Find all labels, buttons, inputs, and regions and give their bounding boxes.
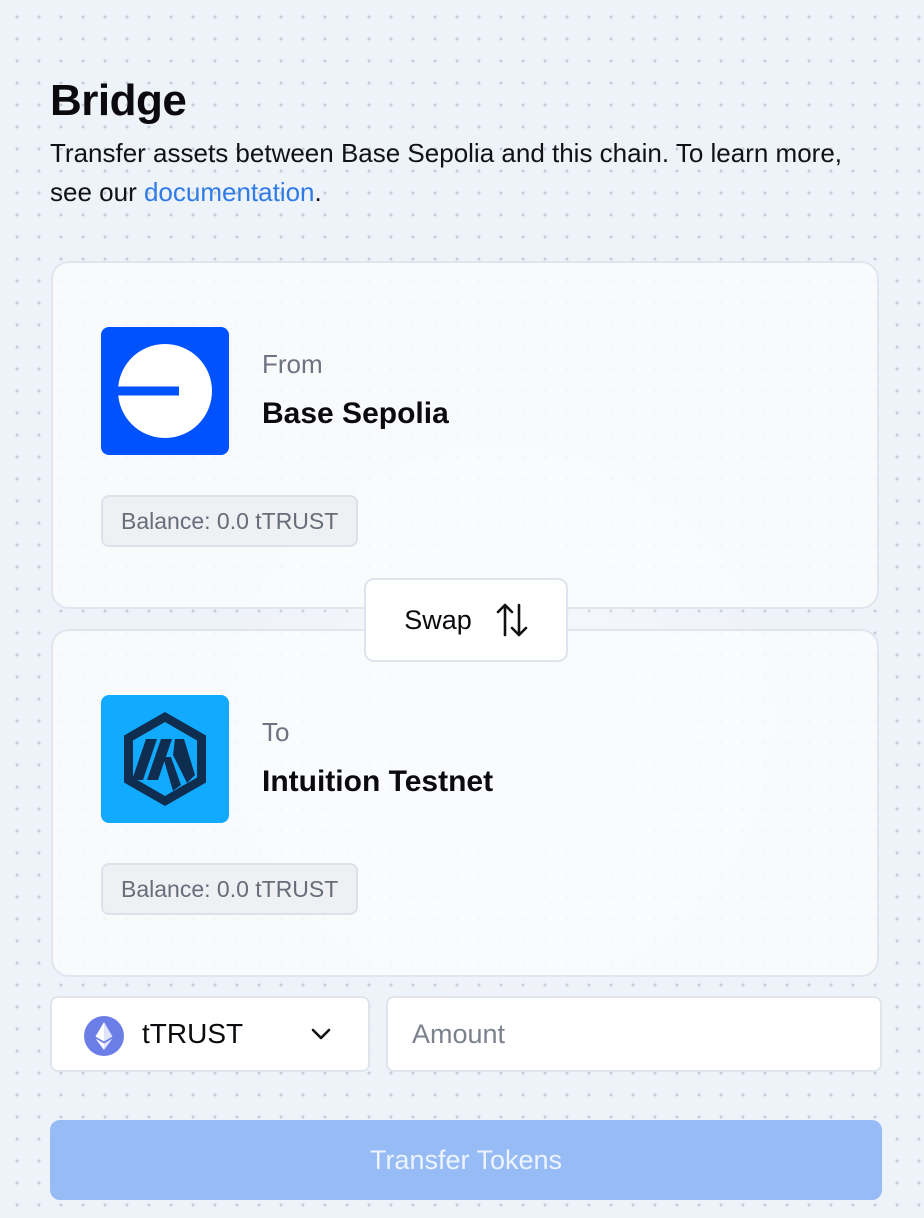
description-period: . bbox=[314, 177, 322, 207]
intuition-logo-icon bbox=[101, 695, 229, 823]
documentation-link[interactable]: documentation bbox=[144, 177, 315, 207]
to-balance-badge: Balance: 0.0 tTRUST bbox=[101, 863, 359, 915]
to-chain-name: Intuition Testnet bbox=[262, 765, 494, 798]
token-select[interactable]: tTRUST bbox=[50, 996, 370, 1072]
amount-input[interactable] bbox=[386, 996, 882, 1072]
token-name: tTRUST bbox=[142, 1018, 244, 1049]
from-chain-card: From Base Sepolia Balance: 0.0 tTRUST bbox=[51, 261, 879, 609]
swap-button[interactable]: Swap bbox=[364, 578, 568, 662]
base-logo-icon bbox=[101, 327, 229, 455]
page-description: Transfer assets between Base Sepolia and… bbox=[50, 134, 870, 212]
to-label: To bbox=[262, 717, 290, 747]
chevron-down-icon bbox=[311, 1028, 331, 1040]
from-label: From bbox=[262, 349, 323, 379]
transfer-tokens-button[interactable]: Transfer Tokens bbox=[50, 1120, 882, 1200]
page-title: Bridge bbox=[50, 76, 187, 125]
to-chain-card: To Intuition Testnet Balance: 0.0 tTRUST bbox=[51, 629, 879, 977]
from-chain-name: Base Sepolia bbox=[262, 397, 449, 430]
from-balance-badge: Balance: 0.0 tTRUST bbox=[101, 495, 359, 547]
ethereum-icon bbox=[84, 1016, 124, 1056]
swap-label: Swap bbox=[404, 604, 472, 635]
swap-arrows-icon bbox=[496, 603, 528, 637]
